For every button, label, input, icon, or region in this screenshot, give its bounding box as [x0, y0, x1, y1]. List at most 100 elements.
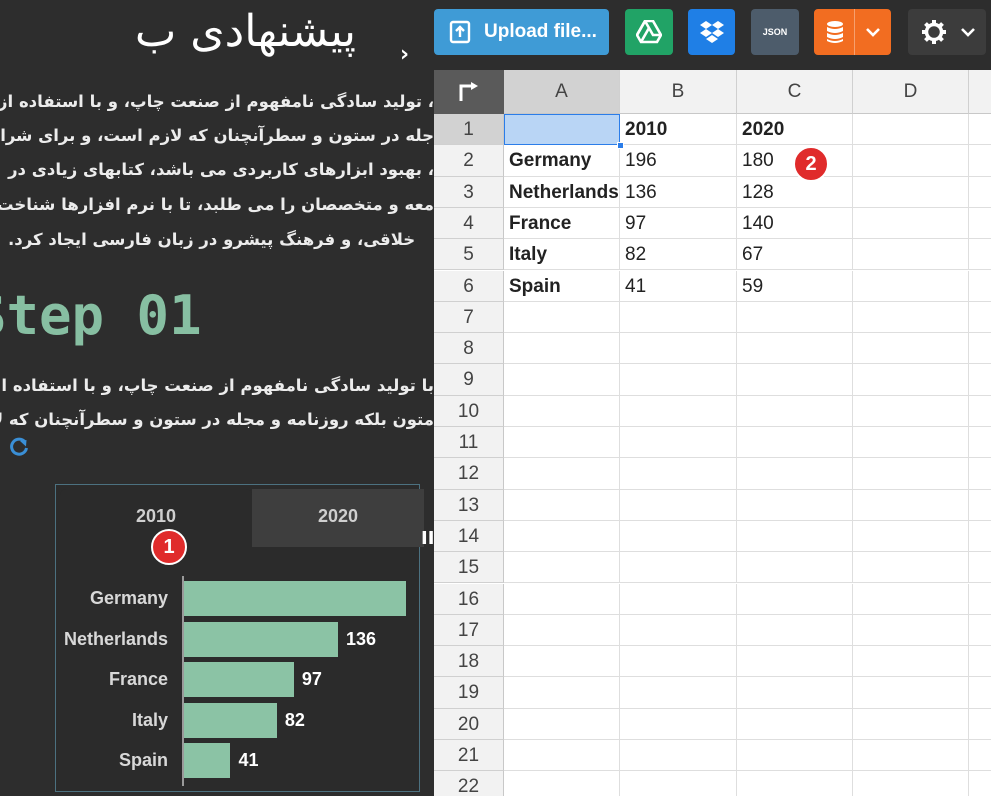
grid-cell[interactable]: France — [504, 207, 620, 240]
column-header-b[interactable]: B — [620, 70, 737, 114]
row-header[interactable]: 12 — [434, 458, 504, 490]
refresh-icon[interactable] — [8, 436, 30, 464]
grid-cell[interactable]: Germany — [504, 145, 620, 177]
grid-cell[interactable] — [504, 458, 620, 490]
row-header[interactable]: 21 — [434, 740, 504, 772]
grid-cell[interactable] — [969, 114, 991, 146]
grid-cell[interactable] — [969, 177, 991, 208]
grid-cell[interactable] — [853, 740, 969, 772]
grid-cell[interactable]: 67 — [737, 239, 853, 271]
grid-cell[interactable] — [969, 271, 991, 302]
column-header-a[interactable]: A — [504, 70, 620, 114]
grid-cell[interactable] — [620, 458, 737, 490]
grid-cell[interactable] — [620, 520, 737, 553]
grid-cell[interactable] — [969, 677, 991, 709]
upload-file-button[interactable]: Upload file... — [434, 9, 609, 55]
settings-button[interactable] — [908, 9, 986, 55]
grid-cell[interactable]: 59 — [737, 270, 853, 302]
grid-cell[interactable] — [853, 677, 969, 709]
row-header[interactable]: 6 — [434, 270, 504, 302]
grid-cell[interactable] — [853, 207, 969, 240]
grid-cell[interactable] — [969, 490, 991, 521]
grid-cell[interactable] — [969, 552, 991, 584]
grid-cell[interactable] — [737, 708, 853, 740]
json-button[interactable]: JSON — [751, 9, 799, 55]
grid-cell[interactable] — [853, 552, 969, 584]
grid-cell[interactable]: 82 — [620, 239, 737, 271]
grid-cell[interactable] — [969, 239, 991, 271]
column-header-c[interactable]: C — [737, 70, 853, 114]
grid-cell[interactable] — [504, 333, 620, 365]
grid-cell[interactable] — [504, 395, 620, 427]
grid-cell[interactable] — [969, 145, 991, 177]
grid-cell[interactable] — [504, 552, 620, 584]
chevron-right-icon[interactable]: › — [400, 42, 409, 67]
grid-cell[interactable] — [737, 364, 853, 396]
grid-cell[interactable] — [620, 583, 737, 615]
column-header-partial[interactable] — [969, 70, 991, 114]
grid-cell[interactable] — [969, 208, 991, 240]
row-header[interactable]: 13 — [434, 489, 504, 521]
grid-cell[interactable] — [504, 614, 620, 647]
grid-cell[interactable] — [853, 427, 969, 459]
row-header[interactable]: 5 — [434, 239, 504, 271]
grid-cell[interactable] — [969, 333, 991, 365]
grid-cell[interactable] — [737, 771, 853, 796]
grid-cell[interactable] — [504, 427, 620, 459]
grid-cell[interactable] — [853, 270, 969, 302]
grid-cell[interactable] — [504, 708, 620, 740]
grid-cell[interactable] — [853, 333, 969, 365]
grid-cell[interactable]: 136 — [620, 176, 737, 208]
grid-cell[interactable] — [853, 771, 969, 796]
row-header[interactable]: 8 — [434, 333, 504, 365]
grid-cell[interactable] — [737, 489, 853, 521]
grid-cell[interactable]: Netherlands — [504, 176, 620, 208]
grid-cell[interactable] — [969, 302, 991, 334]
grid-cell[interactable] — [620, 552, 737, 584]
grid-cell[interactable] — [620, 395, 737, 427]
grid-cell[interactable] — [969, 709, 991, 740]
grid-cell[interactable] — [737, 301, 853, 334]
grid-cell[interactable] — [737, 646, 853, 678]
grid-cell[interactable] — [737, 677, 853, 709]
row-header[interactable]: 14 — [434, 520, 504, 553]
grid-cell[interactable] — [620, 614, 737, 647]
row-header[interactable]: 10 — [434, 395, 504, 427]
grid-cell[interactable] — [969, 521, 991, 553]
column-header-d[interactable]: D — [853, 70, 969, 114]
grid-cell[interactable] — [504, 583, 620, 615]
grid-cell[interactable] — [504, 489, 620, 521]
grid-cell[interactable] — [620, 333, 737, 365]
grid-cell[interactable] — [737, 395, 853, 427]
row-header[interactable]: 15 — [434, 552, 504, 584]
grid-cell[interactable] — [737, 583, 853, 615]
grid-cell[interactable] — [853, 520, 969, 553]
row-header[interactable]: 17 — [434, 614, 504, 647]
row-header[interactable]: 19 — [434, 677, 504, 709]
grid-cell[interactable] — [969, 458, 991, 490]
grid-cell[interactable] — [620, 364, 737, 396]
grid-cell[interactable]: Spain — [504, 270, 620, 302]
grid-cell[interactable] — [969, 427, 991, 459]
resize-handle[interactable]: II — [421, 528, 434, 549]
grid-cell[interactable] — [504, 364, 620, 396]
grid-cell[interactable] — [853, 614, 969, 647]
grid-cell[interactable] — [737, 614, 853, 647]
grid-cell[interactable] — [737, 458, 853, 490]
grid-cell[interactable] — [969, 771, 991, 796]
row-header[interactable]: 4 — [434, 207, 504, 240]
grid-cell[interactable] — [620, 489, 737, 521]
grid-cell[interactable]: 128 — [737, 176, 853, 208]
grid-cell[interactable] — [504, 771, 620, 796]
grid-cell[interactable] — [504, 677, 620, 709]
grid-cell[interactable] — [737, 552, 853, 584]
row-header[interactable]: 22 — [434, 771, 504, 796]
grid-cell[interactable]: 196 — [620, 145, 737, 177]
grid-cell[interactable] — [504, 114, 620, 146]
grid-cell[interactable] — [504, 301, 620, 334]
grid-cell[interactable] — [853, 364, 969, 396]
grid-cell[interactable] — [969, 615, 991, 647]
database-button[interactable] — [814, 9, 891, 55]
grid-cell[interactable] — [969, 740, 991, 772]
tab-2020[interactable]: 2020 — [252, 489, 424, 547]
